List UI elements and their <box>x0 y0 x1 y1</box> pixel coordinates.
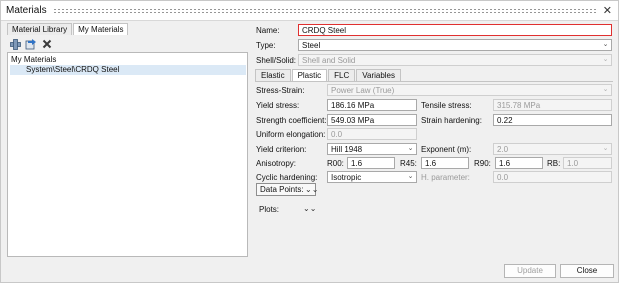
chevron-down-icon: ⌄ <box>407 173 414 180</box>
tab-plastic[interactable]: Plastic <box>291 69 328 81</box>
cyclic-hardening-value: Isotropic <box>331 173 362 182</box>
import-icon[interactable] <box>25 38 37 50</box>
r45-field[interactable]: 1.6 <box>421 157 469 169</box>
shell-solid-label: Shell/Solid: <box>256 56 297 65</box>
double-chevron-down-icon: ⌄⌄ <box>305 185 319 194</box>
tab-elastic[interactable]: Elastic <box>255 69 291 81</box>
uniform-elongation-label: Uniform elongation: <box>256 130 326 139</box>
rb-label: RB: <box>547 159 561 168</box>
r90-label: R90: <box>474 159 491 168</box>
chevron-down-icon: ⌄ <box>602 145 609 152</box>
r90-field[interactable]: 1.6 <box>495 157 543 169</box>
materials-dialog: Materials ✕ Material Library My Material… <box>0 0 619 283</box>
yield-criterion-label: Yield criterion: <box>256 145 307 154</box>
property-tabs: Elastic Plastic FLC Variables <box>255 69 402 81</box>
tensile-stress-field: 315.78 MPa <box>493 99 612 111</box>
delete-icon[interactable] <box>41 38 53 50</box>
stress-strain-value: Power Law (True) <box>331 86 395 95</box>
h-parameter-field: 0.0 <box>493 171 612 183</box>
material-toolbar <box>9 38 53 50</box>
materials-tree[interactable]: My Materials System\Steel\CRDQ Steel <box>7 52 248 257</box>
data-points-label: Data Points: <box>260 185 304 194</box>
exponent-label: Exponent (m): <box>421 145 472 154</box>
tab-flc[interactable]: FLC <box>328 69 356 81</box>
name-label: Name: <box>256 26 280 35</box>
shell-solid-value: Shell and Solid <box>302 56 356 65</box>
strain-hardening-field[interactable]: 0.22 <box>493 114 612 126</box>
library-tabs: Material Library My Materials <box>7 23 129 35</box>
rb-field: 1.0 <box>563 157 612 169</box>
exponent-select: 2.0 ⌄ <box>493 143 612 155</box>
update-button[interactable]: Update <box>504 264 556 278</box>
close-icon[interactable]: ✕ <box>603 4 612 17</box>
yield-stress-field[interactable]: 186.16 MPa <box>327 99 417 111</box>
chevron-down-icon: ⌄ <box>602 41 609 48</box>
tree-item-selected[interactable]: System\Steel\CRDQ Steel <box>10 65 246 75</box>
name-field[interactable]: CRDQ Steel <box>298 24 612 36</box>
yield-stress-label: Yield stress: <box>256 101 300 110</box>
r00-label: R00: <box>327 159 344 168</box>
yield-criterion-value: Hill 1948 <box>331 145 363 154</box>
close-button[interactable]: Close <box>560 264 614 278</box>
r45-label: R45: <box>400 159 417 168</box>
type-value: Steel <box>302 41 321 50</box>
tensile-stress-label: Tensile stress: <box>421 101 472 110</box>
uniform-elongation-field: 0.0 <box>327 128 417 140</box>
cyclic-hardening-label: Cyclic hardening: <box>256 173 318 182</box>
stress-strain-label: Stress-Strain: <box>256 86 305 95</box>
r00-field[interactable]: 1.6 <box>347 157 395 169</box>
tab-variables[interactable]: Variables <box>356 69 402 81</box>
strength-coefficient-label: Strength coefficient: <box>256 116 327 125</box>
title-bar[interactable]: Materials ✕ <box>1 1 618 21</box>
drag-grip[interactable] <box>53 8 596 14</box>
chevron-down-icon: ⌄ <box>602 86 609 93</box>
type-label: Type: <box>256 41 276 50</box>
tree-root-my-materials[interactable]: My Materials <box>11 55 56 64</box>
exponent-value: 2.0 <box>497 145 509 154</box>
type-select[interactable]: Steel ⌄ <box>298 39 612 51</box>
chevron-down-icon: ⌄ <box>602 56 609 63</box>
data-points-toggle[interactable]: Data Points: ⌄⌄ <box>256 183 319 196</box>
plots-label: Plots: <box>259 205 280 214</box>
h-parameter-label: H. parameter: <box>421 173 470 182</box>
tab-divider <box>255 81 613 82</box>
strength-coefficient-field[interactable]: 549.03 MPa <box>327 114 417 126</box>
add-material-icon[interactable] <box>9 38 21 50</box>
window-title: Materials <box>6 5 47 16</box>
anisotropy-label: Anisotropy: <box>256 159 297 168</box>
shell-solid-select: Shell and Solid ⌄ <box>298 54 612 66</box>
plots-expand-icon[interactable]: ⌄⌄ <box>303 204 316 213</box>
cyclic-hardening-select[interactable]: Isotropic ⌄ <box>327 171 417 183</box>
stress-strain-select: Power Law (True) ⌄ <box>327 84 612 96</box>
tab-my-materials[interactable]: My Materials <box>73 23 129 35</box>
yield-criterion-select[interactable]: Hill 1948 ⌄ <box>327 143 417 155</box>
chevron-down-icon: ⌄ <box>407 145 414 152</box>
strain-hardening-label: Strain hardening: <box>421 116 482 125</box>
tab-material-library[interactable]: Material Library <box>7 23 73 35</box>
